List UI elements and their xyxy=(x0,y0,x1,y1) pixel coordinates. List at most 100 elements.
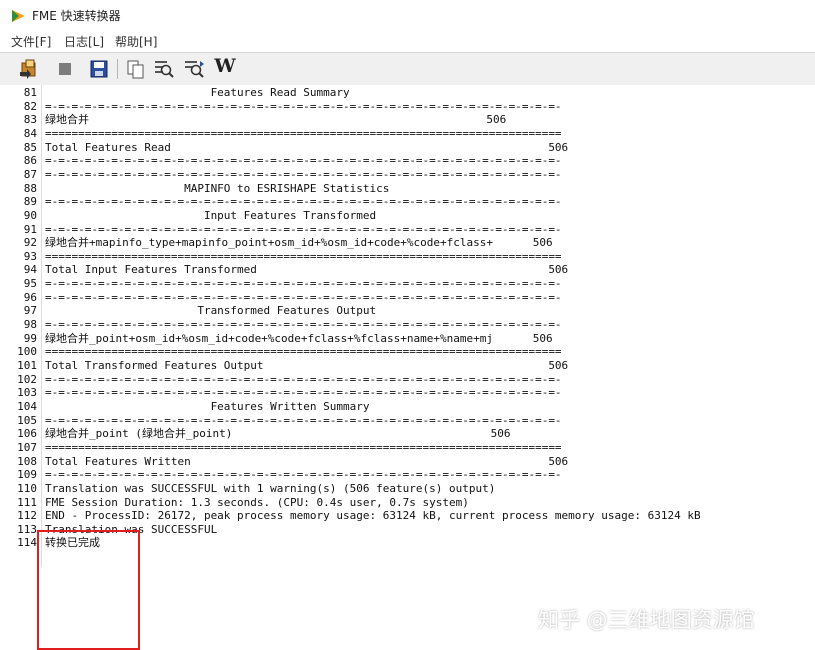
log-line: 101 Total Transformed Features Output 506 xyxy=(0,359,815,373)
log-line: 113 Translation was SUCCESSFUL xyxy=(0,523,815,537)
run-translation-icon[interactable] xyxy=(18,58,40,80)
log-text: =-=-=-=-=-=-=-=-=-=-=-=-=-=-=-=-=-=-=-=-… xyxy=(45,386,562,400)
menu-help[interactable]: 帮助[H] xyxy=(115,33,157,50)
log-line: 89 =-=-=-=-=-=-=-=-=-=-=-=-=-=-=-=-=-=-=-… xyxy=(0,195,815,209)
log-text: END - ProcessID: 26172, peak process mem… xyxy=(45,509,701,523)
log-line: 87 =-=-=-=-=-=-=-=-=-=-=-=-=-=-=-=-=-=-=-… xyxy=(0,168,815,182)
line-number: 85 xyxy=(23,140,37,154)
log-text: Translation was SUCCESSFUL xyxy=(45,522,218,536)
line-number: 82 xyxy=(23,99,37,113)
log-line: 85 Total Features Read 506 xyxy=(0,141,815,155)
log-text: =-=-=-=-=-=-=-=-=-=-=-=-=-=-=-=-=-=-=-=-… xyxy=(45,167,562,181)
log-text: =-=-=-=-=-=-=-=-=-=-=-=-=-=-=-=-=-=-=-=-… xyxy=(45,277,562,291)
log-text: ========================================… xyxy=(45,440,562,454)
line-number: 104 xyxy=(17,399,37,413)
log-line: 108 Total Features Written 506 xyxy=(0,455,815,469)
fme-app-icon xyxy=(12,10,25,22)
line-number: 95 xyxy=(23,277,37,291)
log-line: 83 绿地合并 506 xyxy=(0,113,815,127)
log-text: =-=-=-=-=-=-=-=-=-=-=-=-=-=-=-=-=-=-=-=-… xyxy=(45,154,562,168)
log-line: 112 END - ProcessID: 26172, peak process … xyxy=(0,509,815,523)
log-line: 110 Translation was SUCCESSFUL with 1 war… xyxy=(0,482,815,496)
line-number: 108 xyxy=(17,454,37,468)
line-number: 101 xyxy=(17,359,37,372)
log-text: =-=-=-=-=-=-=-=-=-=-=-=-=-=-=-=-=-=-=-=-… xyxy=(45,413,562,427)
log-text: =-=-=-=-=-=-=-=-=-=-=-=-=-=-=-=-=-=-=-=-… xyxy=(45,318,562,332)
log-text: MAPINFO to ESRISHAPE Statistics xyxy=(45,181,390,195)
menu-bar: 文件[F] 日志[L] 帮助[H] xyxy=(0,31,815,51)
line-number: 100 xyxy=(17,345,37,359)
log-text: Total Transformed Features Output 506 xyxy=(45,359,569,372)
log-text: =-=-=-=-=-=-=-=-=-=-=-=-=-=-=-=-=-=-=-=-… xyxy=(45,222,562,236)
line-number: 92 xyxy=(23,236,37,250)
toolbar: W xyxy=(0,52,815,86)
menu-log[interactable]: 日志[L] xyxy=(64,33,104,50)
line-number: 102 xyxy=(17,372,37,386)
log-line: 84 ======================================… xyxy=(0,127,815,141)
find-next-icon[interactable] xyxy=(183,58,205,80)
line-number: 107 xyxy=(17,440,37,454)
log-text: =-=-=-=-=-=-=-=-=-=-=-=-=-=-=-=-=-=-=-=-… xyxy=(45,195,562,209)
log-line: 97 Transformed Features Output xyxy=(0,304,815,318)
line-number: 114 xyxy=(17,536,37,550)
log-text: 转换已完成 xyxy=(45,536,100,550)
log-text: Total Features Read 506 xyxy=(45,140,569,154)
line-number: 109 xyxy=(17,468,37,482)
log-line: 88 MAPINFO to ESRISHAPE Statistics xyxy=(0,182,815,196)
log-text: =-=-=-=-=-=-=-=-=-=-=-=-=-=-=-=-=-=-=-=-… xyxy=(45,99,562,113)
log-line: 109 =-=-=-=-=-=-=-=-=-=-=-=-=-=-=-=-=-=-=… xyxy=(0,468,815,482)
line-number: 91 xyxy=(23,222,37,236)
log-line: 105 =-=-=-=-=-=-=-=-=-=-=-=-=-=-=-=-=-=-=… xyxy=(0,414,815,428)
line-number: 93 xyxy=(23,249,37,263)
line-number: 89 xyxy=(23,195,37,209)
log-text: ========================================… xyxy=(45,126,562,140)
line-number: 87 xyxy=(23,167,37,181)
log-text: Translation was SUCCESSFUL with 1 warnin… xyxy=(45,481,496,495)
log-text: FME Session Duration: 1.3 seconds. (CPU:… xyxy=(45,495,469,509)
line-number: 84 xyxy=(23,126,37,140)
log-line: 94 Total Input Features Transformed 506 xyxy=(0,263,815,277)
line-number: 90 xyxy=(23,208,37,222)
line-number: 88 xyxy=(23,181,37,195)
log-panel[interactable]: 81 Features Read Summary 82 =-=-=-=-=-=-=-… xyxy=(0,85,815,650)
log-line: 114 转换已完成 xyxy=(0,536,815,550)
log-line: 86 =-=-=-=-=-=-=-=-=-=-=-=-=-=-=-=-=-=-=-… xyxy=(0,154,815,168)
log-text: 绿地合并+mapinfo_type+mapinfo_point+osm_id+%… xyxy=(45,236,553,250)
line-number: 103 xyxy=(17,386,37,400)
copy-icon[interactable] xyxy=(125,58,147,80)
line-number: 94 xyxy=(23,263,37,277)
line-number: 112 xyxy=(17,509,37,523)
find-icon[interactable] xyxy=(153,58,175,80)
log-line: 92 绿地合并+mapinfo_type+mapinfo_point+osm_id… xyxy=(0,236,815,250)
log-line: 93 ======================================… xyxy=(0,250,815,264)
log-text: Features Read Summary xyxy=(45,86,350,99)
line-number: 86 xyxy=(23,154,37,168)
log-text: Transformed Features Output xyxy=(45,304,377,318)
title-bar: FME 快速转换器 xyxy=(0,0,815,30)
log-line: 99 绿地合并_point+osm_id+%osm_id+code+%code+f… xyxy=(0,332,815,346)
watermark: 知乎 @三维地图资源馆 xyxy=(538,608,755,632)
stop-icon[interactable] xyxy=(54,58,76,80)
line-number: 83 xyxy=(23,113,37,127)
log-text: ========================================… xyxy=(45,345,562,359)
log-text: 绿地合并 506 xyxy=(45,113,507,127)
save-icon[interactable] xyxy=(88,58,110,80)
log-text: Total Input Features Transformed 506 xyxy=(45,263,569,277)
log-line: 111 FME Session Duration: 1.3 seconds. (C… xyxy=(0,496,815,510)
log-line: 104 Features Written Summary xyxy=(0,400,815,414)
log-text: =-=-=-=-=-=-=-=-=-=-=-=-=-=-=-=-=-=-=-=-… xyxy=(45,468,562,482)
log-text: Features Written Summary xyxy=(45,399,370,413)
log-text: Input Features Transformed xyxy=(45,208,377,222)
line-number: 99 xyxy=(23,331,37,345)
log-text: ========================================… xyxy=(45,249,562,263)
log-line: 106 绿地合并_point (绿地合并_point) 506 xyxy=(0,427,815,441)
log-text: =-=-=-=-=-=-=-=-=-=-=-=-=-=-=-=-=-=-=-=-… xyxy=(45,372,562,386)
log-line: 100 =====================================… xyxy=(0,345,815,359)
log-text: 绿地合并_point+osm_id+%osm_id+code+%code+fcl… xyxy=(45,331,553,345)
log-line: 98 =-=-=-=-=-=-=-=-=-=-=-=-=-=-=-=-=-=-=-… xyxy=(0,318,815,332)
menu-file[interactable]: 文件[F] xyxy=(11,33,51,50)
log-line: 81 Features Read Summary xyxy=(0,86,815,100)
word-wrap-icon[interactable]: W xyxy=(214,55,236,77)
line-number: 97 xyxy=(23,304,37,318)
log-line: 91 =-=-=-=-=-=-=-=-=-=-=-=-=-=-=-=-=-=-=-… xyxy=(0,223,815,237)
